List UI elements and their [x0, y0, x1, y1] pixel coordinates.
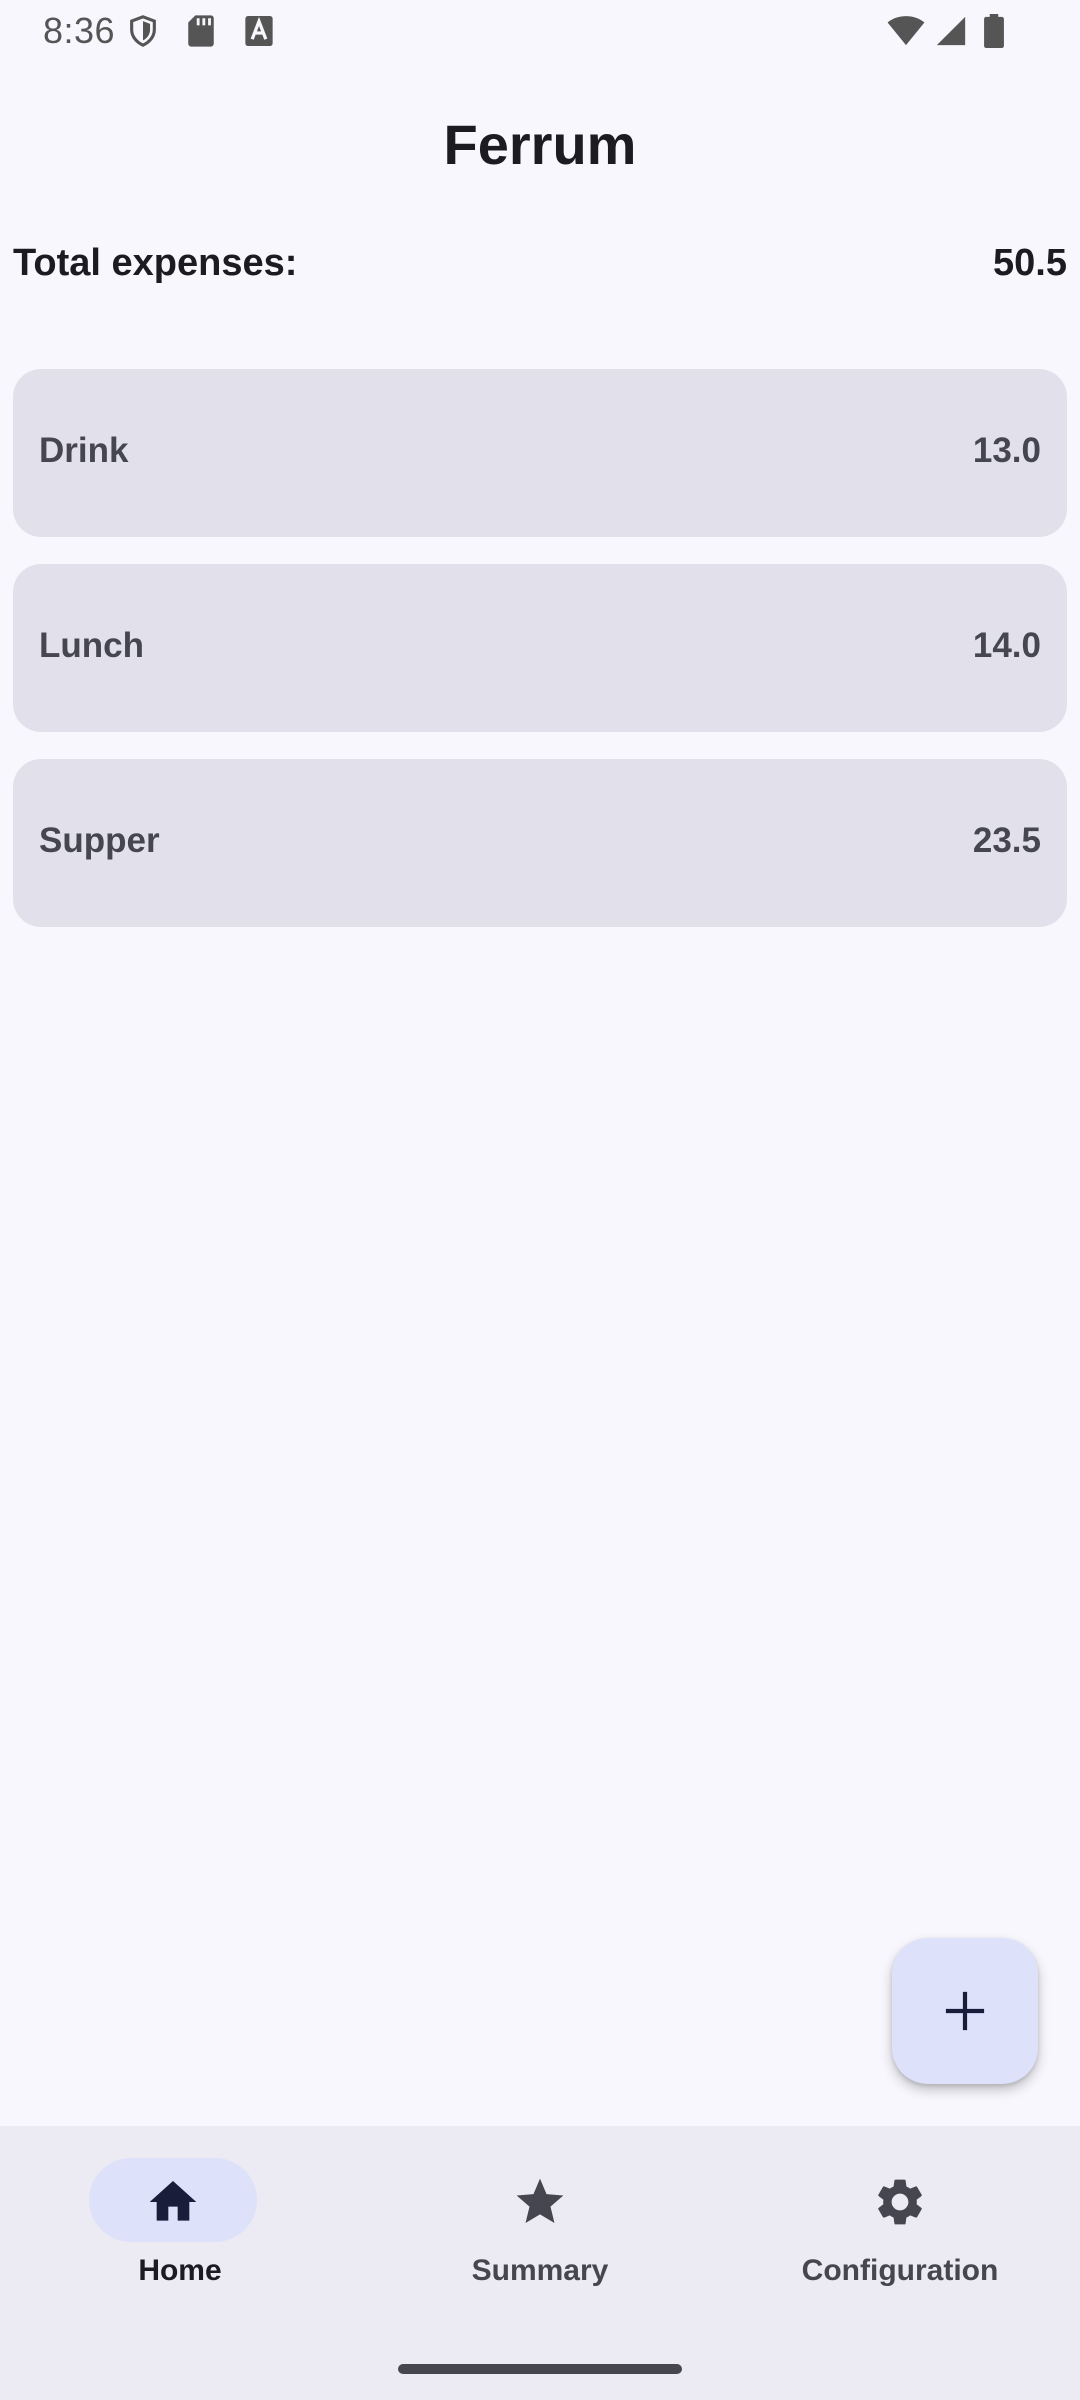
total-expenses-value: 50.5	[993, 242, 1067, 284]
star-icon	[516, 2178, 564, 2223]
expense-name: Lunch	[39, 626, 144, 665]
page-title: Ferrum	[443, 113, 637, 176]
status-bar: 8:36	[0, 0, 1080, 62]
plus-icon	[945, 1991, 985, 2031]
add-expense-button[interactable]	[892, 1938, 1038, 2084]
home-icon	[149, 2181, 197, 2221]
battery-icon	[984, 14, 1004, 48]
text-a-icon	[245, 16, 273, 46]
screen: 8:36 Ferrum Total expenses: 50.5 Drink 1…	[0, 0, 1080, 2400]
expense-name: Supper	[39, 821, 160, 860]
nav-item-summary[interactable]: Summary	[360, 2126, 720, 2326]
expense-item-supper[interactable]: Supper 23.5	[13, 759, 1067, 927]
expense-name: Drink	[39, 431, 129, 470]
total-expenses-label: Total expenses:	[13, 242, 298, 284]
expense-amount: 13.0	[972, 431, 1041, 470]
gear-icon	[878, 2179, 922, 2225]
wifi-icon	[887, 16, 925, 46]
shield-icon	[130, 15, 156, 47]
nav-item-configuration[interactable]: Configuration	[720, 2126, 1080, 2326]
sd-card-icon	[188, 15, 214, 47]
status-time: 8:36	[43, 10, 116, 51]
expense-amount: 23.5	[972, 821, 1041, 860]
expense-item-drink[interactable]: Drink 13.0	[13, 369, 1067, 537]
bottom-navigation: Home Summary Configuration	[0, 2126, 1080, 2400]
expense-item-lunch[interactable]: Lunch 14.0	[13, 564, 1067, 732]
gesture-home-indicator[interactable]	[398, 2364, 682, 2374]
nav-label-home: Home	[138, 2254, 222, 2287]
nav-label-summary: Summary	[471, 2254, 609, 2287]
nav-label-configuration: Configuration	[801, 2254, 999, 2287]
total-expenses-row: Total expenses: 50.5	[13, 242, 1067, 292]
expense-amount: 14.0	[972, 626, 1041, 665]
nav-item-home[interactable]: Home	[0, 2126, 360, 2326]
cell-signal-icon	[936, 16, 966, 46]
